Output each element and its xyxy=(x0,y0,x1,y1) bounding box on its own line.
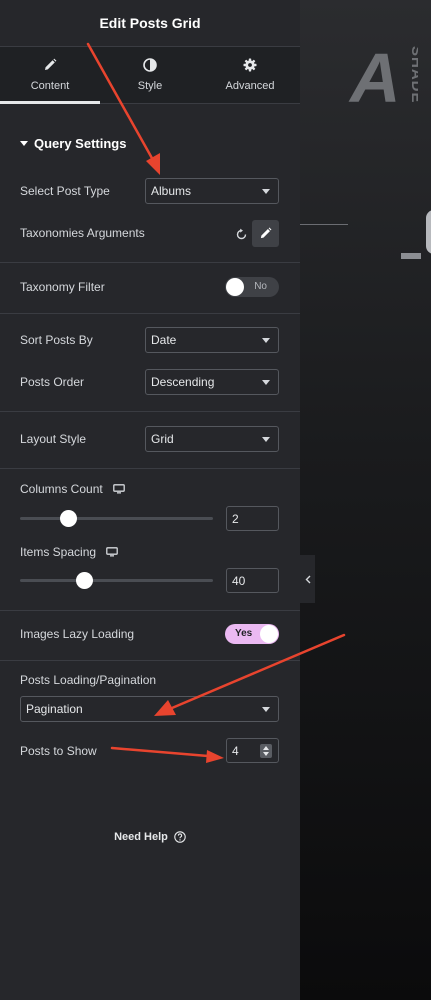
spin-down-icon[interactable] xyxy=(263,752,269,756)
pagination-label: Posts Loading/Pagination xyxy=(20,673,157,687)
layout-label: Layout Style xyxy=(20,432,87,446)
editor-panel: Edit Posts Grid Content Style Advanced Q… xyxy=(0,0,300,1000)
pagination-select[interactable]: Pagination xyxy=(20,696,279,722)
columns-label: Columns Count xyxy=(20,482,103,496)
tab-style[interactable]: Style xyxy=(100,47,200,103)
columns-value: 2 xyxy=(232,511,239,526)
divider xyxy=(0,411,300,412)
edit-taxonomies-button[interactable] xyxy=(252,220,279,247)
pagination-value: Pagination xyxy=(26,702,83,716)
toggle-knob xyxy=(226,278,244,296)
spacing-input[interactable]: 40 xyxy=(226,568,279,593)
post-type-value: Albums xyxy=(151,184,192,198)
sort-by-select[interactable]: Date xyxy=(145,327,279,353)
caret-down-icon xyxy=(20,141,28,146)
desktop-icon[interactable] xyxy=(112,484,125,494)
posts-to-show-value: 4 xyxy=(232,743,239,758)
taxonomy-filter-label: Taxonomy Filter xyxy=(20,280,105,294)
preview-dash xyxy=(401,253,421,259)
spin-up-icon[interactable] xyxy=(263,746,269,750)
toggle-state: No xyxy=(254,281,267,292)
taxonomies-label: Taxonomies Arguments xyxy=(20,226,145,240)
spacing-row: Items Spacing xyxy=(20,539,280,565)
layout-value: Grid xyxy=(151,432,174,446)
collapse-panel-button[interactable] xyxy=(300,555,315,603)
logo-letter: A xyxy=(348,44,401,106)
chevron-down-icon xyxy=(262,337,270,343)
spacing-value: 40 xyxy=(232,573,246,588)
columns-label-wrap: Columns Count xyxy=(20,482,125,496)
order-value: Descending xyxy=(151,375,215,389)
logo-word: SHADE xyxy=(408,46,418,104)
reset-button[interactable] xyxy=(233,226,249,242)
columns-input[interactable]: 2 xyxy=(226,506,279,531)
toggle-knob xyxy=(260,625,278,643)
brand-logo: A SHADE xyxy=(348,44,418,106)
divider xyxy=(0,660,300,661)
tab-content[interactable]: Content xyxy=(0,47,100,104)
need-help-link[interactable]: Need Help xyxy=(0,831,300,843)
divider xyxy=(0,262,300,263)
columns-slider[interactable] xyxy=(20,510,213,527)
panel-tabs: Content Style Advanced xyxy=(0,46,300,104)
divider xyxy=(0,468,300,469)
reset-icon xyxy=(236,228,246,239)
pencil-icon xyxy=(45,58,57,70)
tab-advanced[interactable]: Advanced xyxy=(200,47,300,103)
chevron-down-icon xyxy=(262,706,270,712)
tab-advanced-label: Advanced xyxy=(225,80,275,92)
panel-header: Edit Posts Grid xyxy=(0,0,300,46)
help-icon xyxy=(174,831,186,843)
gear-icon xyxy=(243,58,257,72)
posts-to-show-input[interactable]: 4 xyxy=(226,738,279,763)
chevron-down-icon xyxy=(262,188,270,194)
post-type-label: Select Post Type xyxy=(20,184,110,198)
layout-select[interactable]: Grid xyxy=(145,426,279,452)
columns-row: Columns Count xyxy=(20,476,280,502)
section-title-text: Query Settings xyxy=(34,136,127,151)
toggle-state: Yes xyxy=(235,628,253,639)
taxonomy-filter-toggle[interactable]: No xyxy=(225,277,279,297)
chevron-down-icon xyxy=(262,436,270,442)
sort-by-value: Date xyxy=(151,333,177,347)
lazy-label: Images Lazy Loading xyxy=(20,627,135,641)
preview-canvas: A SHADE xyxy=(300,0,431,1000)
tab-content-label: Content xyxy=(30,80,70,92)
divider xyxy=(0,313,300,314)
spacing-label-wrap: Items Spacing xyxy=(20,545,118,559)
order-select[interactable]: Descending xyxy=(145,369,279,395)
order-label: Posts Order xyxy=(20,375,85,389)
post-type-select[interactable]: Albums xyxy=(145,178,279,204)
need-help-text: Need Help xyxy=(114,831,168,843)
tab-style-label: Style xyxy=(137,80,163,92)
desktop-icon[interactable] xyxy=(106,547,118,557)
panel-title: Edit Posts Grid xyxy=(99,15,201,31)
chevron-left-icon xyxy=(305,575,310,583)
spacing-slider[interactable] xyxy=(20,572,213,589)
chevron-down-icon xyxy=(262,379,270,385)
section-query-settings[interactable]: Query Settings xyxy=(20,136,126,151)
spacing-label: Items Spacing xyxy=(20,545,97,559)
lazy-toggle[interactable]: Yes xyxy=(225,624,279,644)
pagination-row: Posts Loading/Pagination xyxy=(20,667,280,693)
divider xyxy=(0,610,300,611)
slider-thumb[interactable] xyxy=(75,572,93,589)
contrast-icon xyxy=(143,58,157,72)
pencil-icon xyxy=(260,227,272,239)
sort-by-label: Sort Posts By xyxy=(20,333,93,347)
slider-thumb[interactable] xyxy=(60,510,78,527)
stepper-icon[interactable] xyxy=(260,744,272,758)
posts-to-show-label: Posts to Show xyxy=(20,744,97,758)
preview-divider xyxy=(300,224,348,225)
preview-element-edge xyxy=(426,210,431,254)
